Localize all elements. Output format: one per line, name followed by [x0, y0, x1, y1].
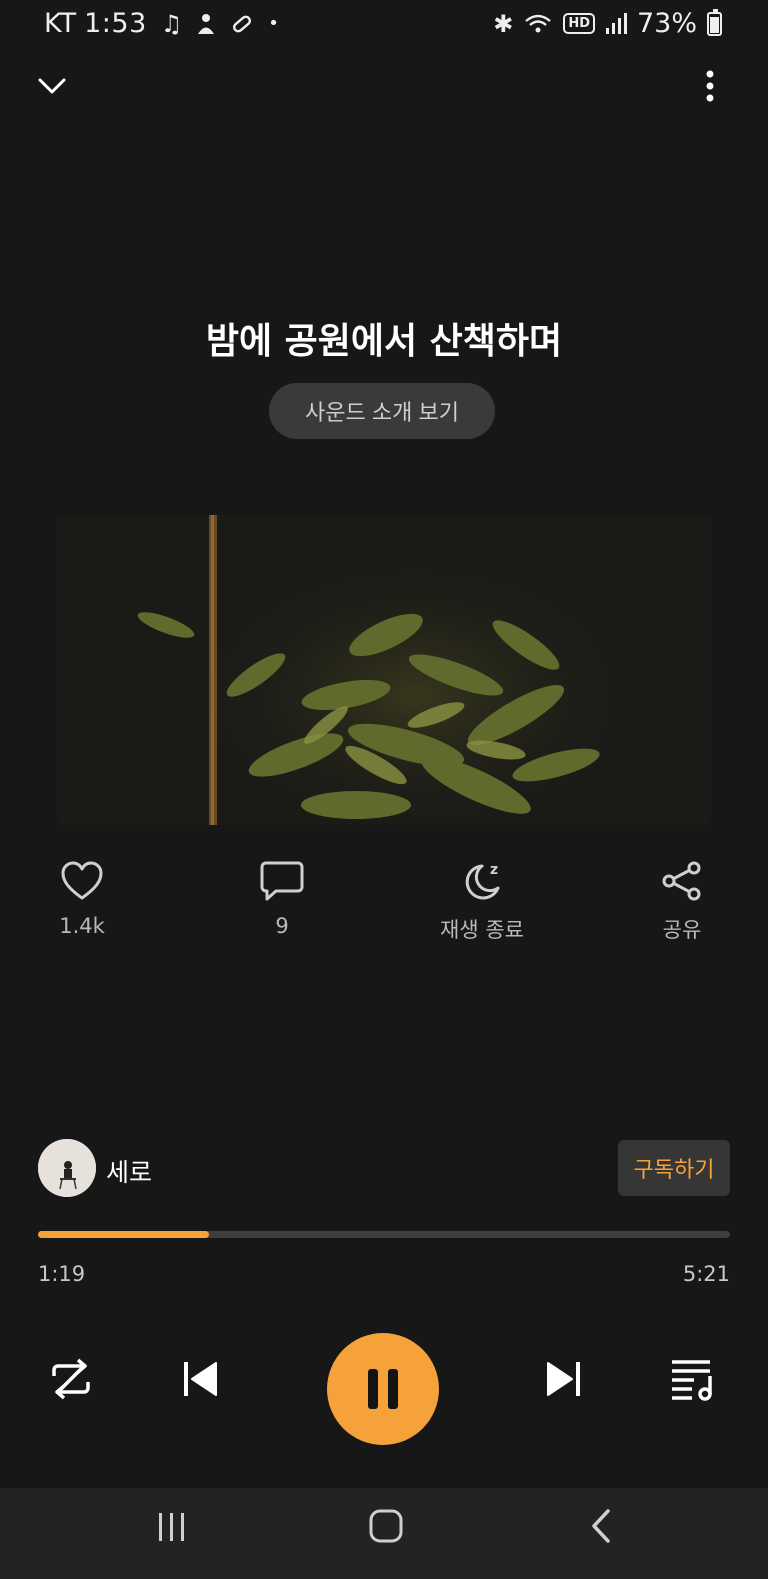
- status-bar-left: KT 1:53 ♫ •: [44, 8, 279, 39]
- bluetooth-icon: ✱: [493, 9, 514, 38]
- subscribe-button[interactable]: 구독하기: [618, 1140, 730, 1196]
- total-time: 5:21: [682, 1262, 730, 1286]
- chevron-down-icon: [38, 78, 66, 94]
- pause-button[interactable]: [327, 1333, 439, 1445]
- repeat-icon: [52, 1358, 90, 1400]
- heart-icon: [61, 861, 103, 900]
- hd-voice-icon: HD: [563, 13, 595, 34]
- home-button[interactable]: [368, 1508, 404, 1544]
- battery-icon: [707, 8, 722, 36]
- creator-name[interactable]: 세로: [106, 1153, 152, 1189]
- app-notification-icon: [198, 13, 215, 34]
- playlist-button[interactable]: [670, 1356, 716, 1402]
- system-nav-bar: [0, 1488, 768, 1579]
- music-note-icon: ♫: [160, 9, 183, 38]
- comment-count: 9: [275, 914, 289, 938]
- recent-apps-button[interactable]: [155, 1510, 189, 1544]
- notification-dot-icon: •: [268, 13, 279, 34]
- home-icon: [369, 1509, 403, 1543]
- avatar[interactable]: [38, 1139, 96, 1197]
- back-icon: [592, 1509, 610, 1543]
- album-artwork: [56, 515, 712, 825]
- comment-action[interactable]: 9: [222, 860, 342, 938]
- pause-icon: [368, 1369, 398, 1409]
- repeat-button[interactable]: [48, 1356, 94, 1402]
- progress-bar[interactable]: [38, 1231, 730, 1238]
- elapsed-time: 1:19: [38, 1262, 86, 1286]
- carrier-label: KT: [44, 8, 77, 39]
- share-icon: [662, 861, 701, 901]
- skip-next-icon: [547, 1362, 580, 1396]
- share-label: 공유: [662, 918, 702, 942]
- collapse-button[interactable]: [36, 70, 68, 102]
- more-vert-icon: [706, 70, 714, 102]
- like-action[interactable]: 1.4k: [22, 860, 142, 938]
- back-button[interactable]: [586, 1508, 616, 1544]
- sleep-timer-icon: z: [465, 862, 500, 900]
- comment-icon: [260, 861, 304, 901]
- sleep-timer-label: 재생 종료: [440, 918, 524, 942]
- track-title: 밤에 공원에서 산책하며: [205, 321, 563, 362]
- share-action[interactable]: 공유: [622, 860, 742, 944]
- like-count: 1.4k: [59, 914, 105, 938]
- status-bar-right: ✱ HD 73%: [493, 8, 722, 39]
- battery-percentage: 73%: [636, 8, 697, 39]
- sound-intro-button[interactable]: 사운드 소개 보기: [269, 383, 495, 439]
- skip-previous-icon: [184, 1362, 217, 1396]
- signal-icon: [605, 12, 627, 34]
- previous-button[interactable]: [180, 1358, 222, 1400]
- wifi-icon: [525, 14, 552, 32]
- clock: 1:53: [84, 8, 147, 39]
- pill-icon: [233, 15, 252, 32]
- svg-text:z: z: [490, 862, 498, 878]
- recent-apps-icon: [159, 1513, 184, 1541]
- next-button[interactable]: [542, 1358, 584, 1400]
- sleep-timer-action[interactable]: z 재생 종료: [422, 860, 542, 944]
- progress-fill: [38, 1231, 209, 1238]
- playlist-icon: [672, 1360, 712, 1401]
- more-options-button[interactable]: [698, 68, 722, 104]
